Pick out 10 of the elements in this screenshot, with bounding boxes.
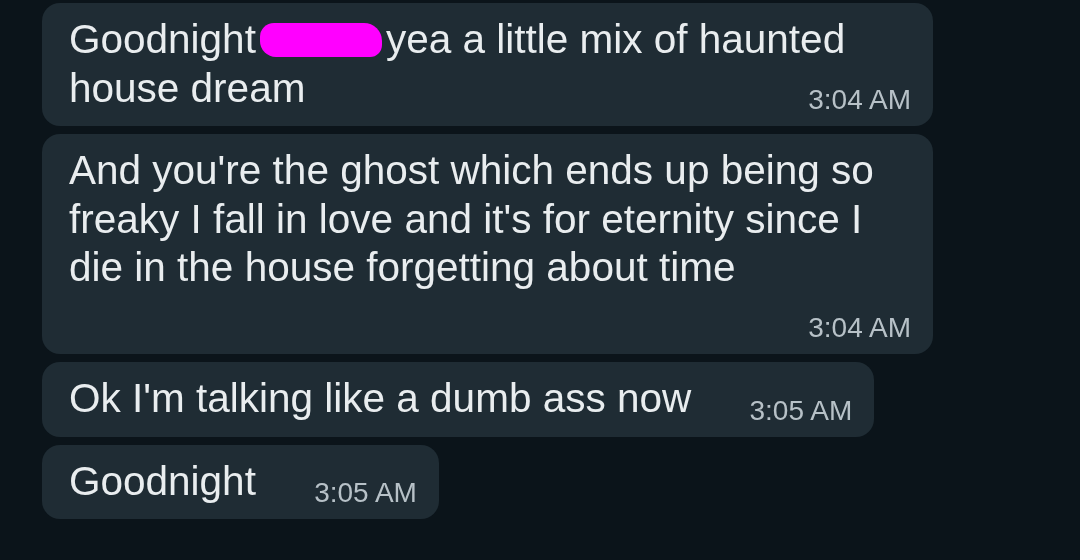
message-time: 3:04 AM xyxy=(808,312,911,344)
message-text: Goodnight xyxy=(69,456,256,505)
message-text: yea a little mix of haunted xyxy=(385,16,846,62)
message-time: 3:04 AM xyxy=(808,84,911,116)
message-text: house dream xyxy=(69,64,306,111)
message-text: Goodnight xyxy=(69,16,256,62)
message-time: 3:05 AM xyxy=(314,477,417,509)
message-text: Ok I'm talking like a dumb ass now xyxy=(69,374,692,423)
message-text: And you're the ghost which ends up being so freaky I fall in love and it's for eternity since I die in the house forgetting about time xyxy=(69,146,875,292)
message-time: 3:05 AM xyxy=(749,394,853,427)
